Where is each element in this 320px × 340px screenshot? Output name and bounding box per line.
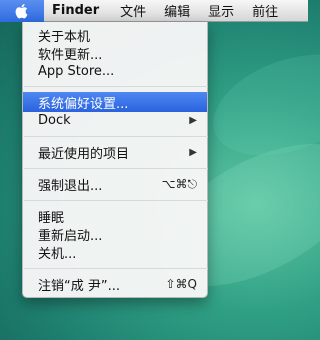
submenu-arrow-icon: ▶ [189, 146, 197, 158]
menu-item-label: 重新启动... [38, 228, 103, 244]
menu-separator [24, 86, 208, 87]
menu-bar: Finder 文件 编辑 显示 前往 [0, 0, 308, 22]
menubar-item-go[interactable]: 前往 [243, 1, 287, 20]
menu-item-about[interactable]: 关于本机 [23, 25, 207, 45]
menu-item-label: 睡眠 [38, 210, 65, 226]
menu-item-sleep[interactable]: 睡眠 [23, 206, 207, 226]
menu-item-label: 系统偏好设置... [38, 96, 129, 112]
menubar-item-edit[interactable]: 编辑 [155, 1, 199, 20]
menu-item-label: 最近使用的项目 [38, 146, 130, 162]
menubar-app-name[interactable]: Finder [44, 3, 111, 18]
menubar-item-view[interactable]: 显示 [199, 1, 243, 20]
menu-item-dock[interactable]: Dock ▶ [23, 110, 207, 130]
menu-item-label: 注销“成 尹”... [38, 278, 120, 294]
menu-item-recent-items[interactable]: 最近使用的项目 ▶ [23, 142, 207, 162]
menu-item-force-quit[interactable]: 强制退出... ⌥⌘⎋ [23, 174, 207, 194]
shortcut-label: ⌥⌘⎋ [161, 176, 197, 191]
menu-item-label: Dock [38, 112, 71, 128]
menu-separator [24, 168, 208, 169]
menu-item-software-update[interactable]: 软件更新... [23, 43, 207, 63]
menu-separator [24, 136, 208, 137]
menu-separator [24, 200, 208, 201]
menu-item-label: 关机... [38, 246, 77, 262]
apple-icon [15, 3, 29, 19]
menu-item-label: App Store... [38, 63, 115, 79]
apple-dropdown-menu: 关于本机 软件更新... App Store... 系统偏好设置... Dock… [22, 22, 208, 298]
menu-item-app-store[interactable]: App Store... [23, 61, 207, 81]
menu-item-restart[interactable]: 重新启动... [23, 224, 207, 244]
menu-item-label: 关于本机 [38, 29, 91, 45]
menubar-item-file[interactable]: 文件 [111, 1, 155, 20]
menu-separator [24, 268, 208, 269]
menu-item-label: 强制退出... [38, 178, 103, 194]
menu-item-logout[interactable]: 注销“成 尹”... ⇧⌘Q [23, 274, 207, 294]
apple-menu-button[interactable] [0, 0, 44, 22]
menu-item-system-preferences[interactable]: 系统偏好设置... [23, 92, 207, 112]
shortcut-label: ⇧⌘Q [165, 277, 198, 291]
menu-item-label: 软件更新... [38, 47, 103, 63]
submenu-arrow-icon: ▶ [189, 114, 197, 126]
menu-item-shutdown[interactable]: 关机... [23, 242, 207, 262]
